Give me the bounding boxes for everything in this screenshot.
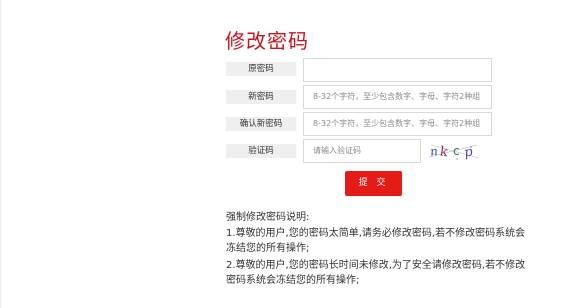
captcha-label: 验证码	[226, 144, 296, 158]
new-password-field[interactable]: 8-32个字符，至少包含数字、字母、字符2种组	[303, 85, 492, 109]
notes-title: 强制修改密码说明:	[226, 212, 310, 223]
left-edge	[0, 0, 2, 308]
change-password-page: 修改密码 原密码 新密码 8-32个字符，至少包含数字、字母、字符2种组 确认新…	[0, 0, 580, 308]
captcha-image[interactable]: n k c p	[427, 139, 481, 163]
note-item-2: 2.尊敬的用户,您的密码长时间未修改,为了安全请修改密码,若不修改密码系统会冻结…	[226, 260, 526, 286]
svg-text:n: n	[429, 144, 438, 159]
page-title: 修改密码	[225, 29, 309, 53]
submit-button[interactable]: 提 交	[345, 171, 402, 196]
confirm-password-label: 确认新密码	[226, 117, 296, 131]
confirm-password-field[interactable]: 8-32个字符，至少包含数字、字母、字符2种组	[303, 112, 492, 136]
svg-text:c: c	[453, 144, 460, 158]
old-password-field[interactable]	[303, 58, 492, 82]
old-password-label: 原密码	[226, 62, 296, 76]
captcha-input[interactable]: 请输入验证码	[303, 139, 421, 163]
new-password-label: 新密码	[226, 90, 296, 104]
note-item-1: 1.尊敬的用户,您的密码太简单,请务必修改密码,若不修改密码系统会冻结您的所有操…	[226, 228, 526, 254]
